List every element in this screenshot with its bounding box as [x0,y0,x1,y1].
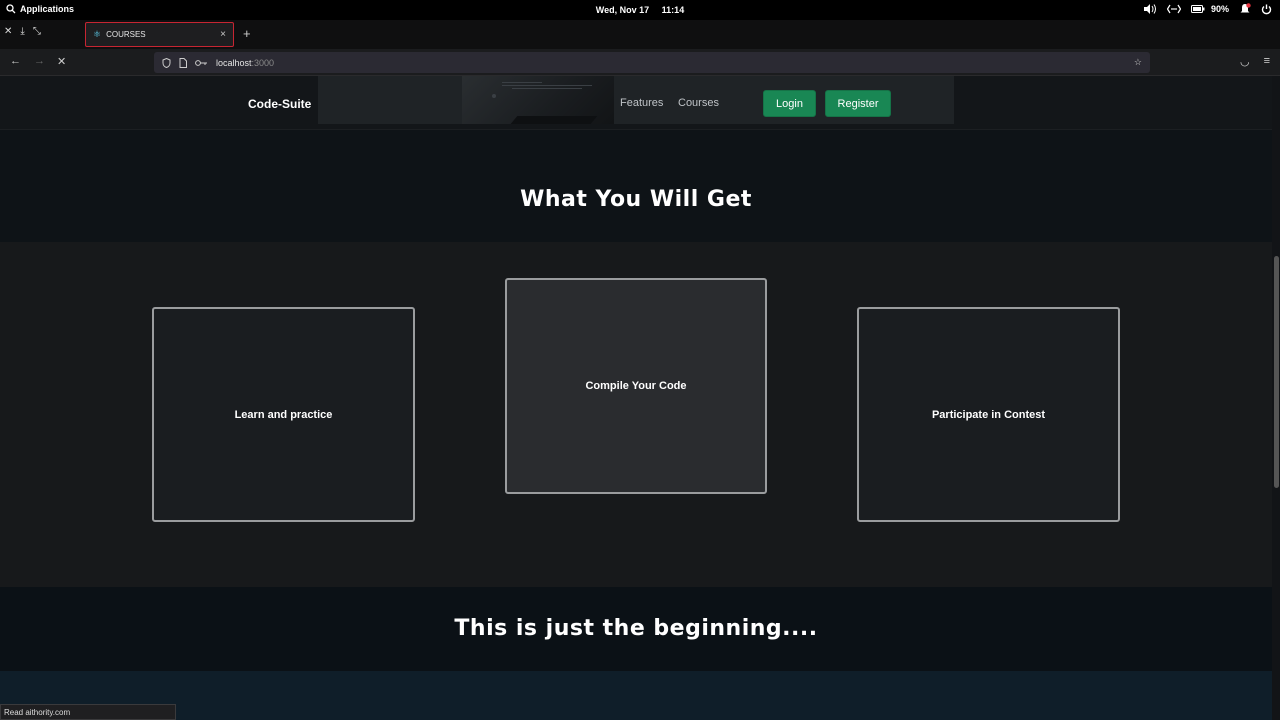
code-background-image [462,76,614,124]
login-button[interactable]: Login [763,90,816,117]
browser-nav-bar: ← → ✕ localhost:3000 ☆ ◡ ≡ [0,49,1280,76]
browser-tab-bar: ✕ ⤓ ⤡ ⚛ COURSES × + [0,20,1280,49]
url-host: localhost [216,57,252,68]
tab-courses[interactable]: ⚛ COURSES × [85,22,234,47]
beginning-heading: This is just the beginning.... [454,616,818,641]
notification-icon[interactable] [1239,3,1251,15]
search-icon [6,4,16,14]
page-info-icon[interactable] [179,57,187,68]
site-navbar: Code-Suite Features Courses Login Regist… [0,76,1272,130]
url-port: :3000 [251,57,275,68]
close-tab-icon[interactable]: × [220,29,226,40]
status-bar: Read aithority.com [0,704,176,720]
window-controls: ✕ ⤓ ⤡ [4,26,41,37]
stop-loading-icon[interactable]: ✕ [57,55,66,68]
features-cards-section: Learn and practice Compile Your Code Par… [0,242,1272,587]
site-brand[interactable]: Code-Suite [248,97,311,111]
register-button[interactable]: Register [825,90,891,117]
back-icon[interactable]: ← [10,55,21,67]
feature-card-label: Learn and practice [234,408,333,421]
key-icon[interactable] [195,59,208,67]
shield-icon[interactable] [162,57,171,68]
feature-card-contest[interactable]: Participate in Contest [857,307,1120,522]
feature-card-compile[interactable]: Compile Your Code [505,278,767,494]
volume-icon[interactable] [1143,3,1157,15]
pocket-icon[interactable]: ◡ [1240,55,1250,68]
status-text: Read aithority.com [4,708,71,717]
applications-menu[interactable]: Applications [6,4,74,14]
network-icon[interactable] [1166,4,1181,14]
system-top-bar: Applications Wed, Nov 17 11:14 90% [0,0,1280,20]
feature-card-label: Compile Your Code [585,380,687,392]
features-header-section: What You Will Get [0,130,1272,242]
nav-link-features[interactable]: Features [620,97,663,109]
battery-indicator[interactable]: 90% [1190,4,1229,14]
battery-icon [1190,5,1205,13]
system-tray[interactable]: 90% [1143,3,1272,15]
scrollbar-thumb[interactable] [1274,256,1279,488]
close-window-icon[interactable]: ✕ [4,26,12,37]
clock: Wed, Nov 17 11:14 [0,5,1280,15]
feature-card-learn[interactable]: Learn and practice [152,307,415,522]
restore-window-icon[interactable]: ⤡ [33,26,41,37]
react-favicon-icon: ⚛ [93,29,102,39]
bookmark-star-icon[interactable]: ☆ [1134,57,1142,68]
hamburger-menu-icon[interactable]: ≡ [1264,55,1270,68]
tab-title: COURSES [106,30,146,39]
applications-label: Applications [20,4,75,14]
feature-card-label: Participate in Contest [931,408,1046,421]
new-tab-icon[interactable]: + [243,26,251,41]
next-section [0,671,1272,720]
forward-icon[interactable]: → [34,55,45,67]
section-title: What You Will Get [520,187,752,212]
power-icon[interactable] [1261,4,1272,15]
battery-percent: 90% [1210,4,1229,14]
clock-time[interactable]: 11:14 [662,5,685,15]
nav-link-courses[interactable]: Courses [678,97,719,109]
web-page: Code-Suite Features Courses Login Regist… [0,76,1272,720]
clock-date[interactable]: Wed, Nov 17 [596,5,649,15]
url-text[interactable]: localhost:3000 [216,58,274,68]
address-bar[interactable]: localhost:3000 ☆ [154,52,1150,73]
beginning-section: This is just the beginning.... [0,587,1272,671]
download-icon[interactable]: ⤓ [20,26,24,37]
